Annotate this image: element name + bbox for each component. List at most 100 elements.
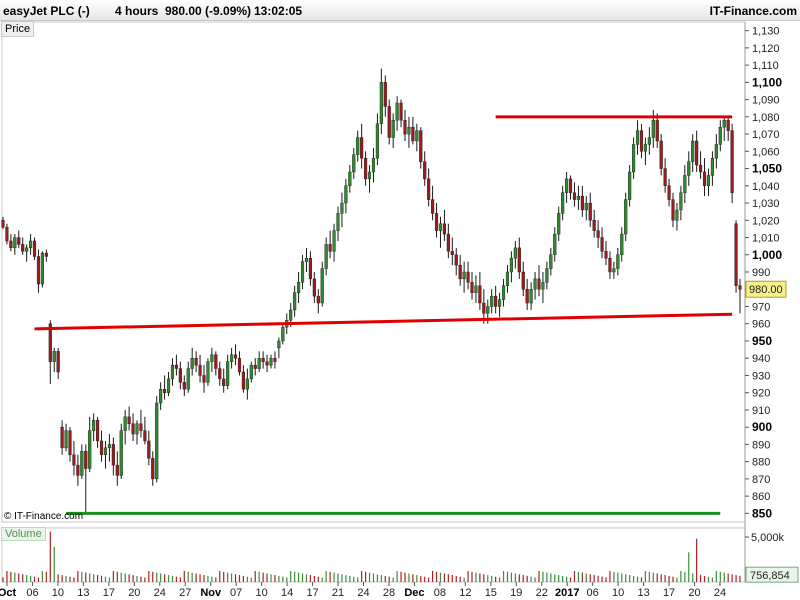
volume-bar <box>290 571 292 582</box>
volume-bar <box>262 572 264 582</box>
candle-up <box>624 199 628 235</box>
volume-bar <box>601 576 603 582</box>
price-tick-label: 850 <box>752 506 772 520</box>
candle-up <box>135 423 139 435</box>
candle-up <box>474 285 478 293</box>
price-tick-label: 1,090 <box>752 95 780 107</box>
candle-up <box>407 126 411 135</box>
candle-up <box>249 364 253 380</box>
volume-bar <box>479 573 481 582</box>
volume-bar <box>45 571 47 582</box>
candle-up <box>612 268 616 273</box>
candle-up <box>509 258 513 273</box>
candle-up <box>29 240 33 249</box>
volume-bar <box>108 577 111 582</box>
candle-up <box>620 233 624 255</box>
price-tick-label: 1,060 <box>752 146 780 158</box>
candle-down <box>312 278 316 297</box>
date-label: 21 <box>332 587 344 599</box>
date-label: 13 <box>77 587 89 599</box>
candle-down <box>702 171 707 186</box>
candle-down <box>423 161 427 180</box>
candle-up <box>714 144 718 159</box>
candle-down <box>470 282 474 293</box>
candle-up <box>13 237 17 249</box>
volume-bar <box>254 571 256 582</box>
candle-down <box>659 140 663 169</box>
volume-bar <box>735 575 737 582</box>
candle-down <box>419 130 423 162</box>
volume-bar <box>100 575 103 582</box>
volume-bar <box>57 574 59 582</box>
candle-down <box>592 220 596 231</box>
volume-bar <box>660 574 662 582</box>
volume-bar <box>104 576 107 582</box>
volume-bar <box>89 573 91 582</box>
candle-down <box>36 256 41 285</box>
candle-down <box>482 302 486 314</box>
candle-up <box>64 430 68 449</box>
candle-down <box>182 382 186 390</box>
date-label: 22 <box>536 587 548 599</box>
volume-bar <box>719 571 721 582</box>
volume-bar <box>605 577 607 582</box>
volume-bar <box>530 576 532 582</box>
volume-bar <box>191 572 193 582</box>
volume-bar <box>368 572 371 582</box>
volume-bar <box>61 575 63 582</box>
price-tick-label: 960 <box>752 319 770 331</box>
candlestick-chart[interactable]: 850 860 870 880 890 900 910 920 930 940 950 960 970 9… <box>0 0 800 600</box>
candle-down <box>434 213 439 231</box>
volume-bar <box>731 574 733 582</box>
volume-bar <box>353 576 355 582</box>
volume-bar <box>278 575 280 582</box>
volume-bar <box>447 574 449 582</box>
volume-bar <box>380 575 382 582</box>
candle-down <box>316 295 320 304</box>
candle-up <box>92 420 96 431</box>
candle-up <box>635 130 640 145</box>
volume-bar <box>664 575 666 582</box>
candle-down <box>427 178 431 200</box>
candle-up <box>651 120 655 138</box>
candle-up <box>375 123 379 159</box>
candle-down <box>446 233 450 252</box>
volume-bar <box>459 576 461 582</box>
volume-bar <box>10 571 12 582</box>
price-tick-label: 890 <box>752 439 770 451</box>
date-label: 10 <box>52 587 64 599</box>
candle-up <box>123 416 127 431</box>
candle-up <box>159 389 163 404</box>
volume-bar <box>341 574 343 582</box>
candle-up <box>107 444 111 449</box>
volume-bar <box>613 571 615 582</box>
volume-bar <box>317 576 319 582</box>
price-tick-label: 900 <box>752 420 772 434</box>
volume-bar <box>483 574 485 582</box>
volume-bar <box>727 573 729 582</box>
date-label: 24 <box>357 587 369 599</box>
candle-down <box>72 454 76 466</box>
volume-bar <box>325 571 327 582</box>
candle-up <box>683 175 687 193</box>
candle-down <box>667 185 671 200</box>
volume-bar <box>309 575 312 582</box>
candle-up <box>706 175 711 186</box>
candle-down <box>525 289 529 304</box>
volume-bar <box>518 574 520 582</box>
volume-bar <box>451 575 453 582</box>
candle-down <box>734 223 738 286</box>
candle-down <box>76 464 80 476</box>
volume-bar <box>250 577 252 582</box>
volume-bar <box>609 571 611 582</box>
candle-down <box>32 240 37 257</box>
volume-bar <box>53 546 55 582</box>
price-tick-label: 1,120 <box>752 43 780 55</box>
candle-down <box>738 285 742 290</box>
candle-up <box>545 268 549 283</box>
candle-up <box>304 258 309 262</box>
price-tick-label: 940 <box>752 353 770 365</box>
volume-bar <box>329 571 331 582</box>
date-label: Oct <box>0 587 17 599</box>
volume-bar <box>573 571 576 582</box>
